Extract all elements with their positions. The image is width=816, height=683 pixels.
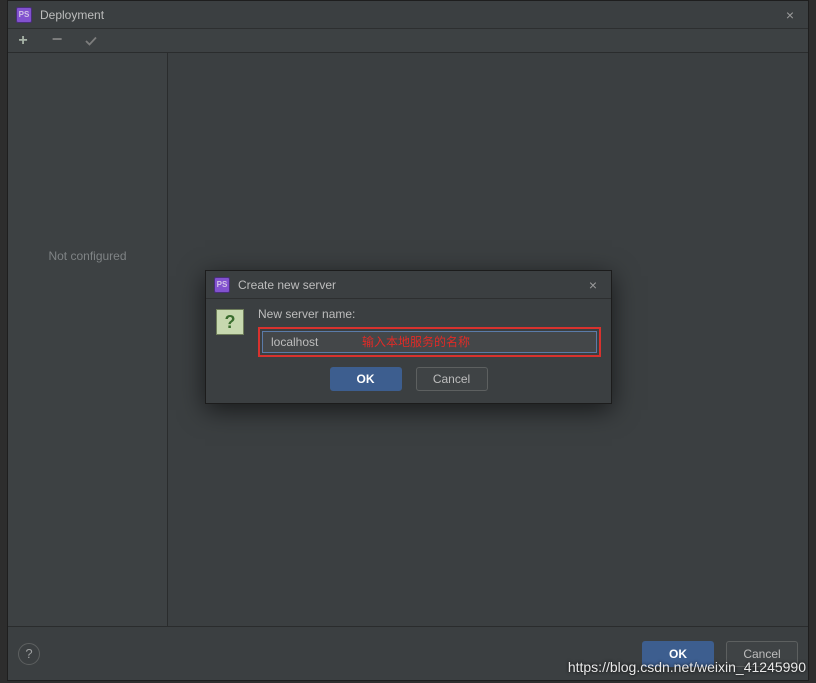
footer: ? OK Cancel bbox=[8, 626, 808, 680]
add-icon[interactable]: + bbox=[16, 34, 30, 48]
ok-button[interactable]: OK bbox=[642, 641, 714, 667]
help-icon[interactable]: ? bbox=[18, 643, 40, 665]
close-icon[interactable]: × bbox=[583, 275, 603, 295]
modal-body: ? New server name: 输入本地服务的名称 OK Cancel bbox=[206, 299, 611, 403]
sidebar: Not configured bbox=[8, 53, 168, 626]
modal-titlebar: PS Create new server × bbox=[206, 271, 611, 299]
ok-button[interactable]: OK bbox=[330, 367, 402, 391]
input-highlight-box: 输入本地服务的名称 bbox=[258, 327, 601, 357]
server-name-input[interactable] bbox=[262, 331, 597, 353]
apply-icon[interactable] bbox=[84, 34, 98, 48]
parent-titlebar: PS Deployment × bbox=[8, 1, 808, 29]
ide-icon: PS bbox=[214, 277, 230, 293]
modal-buttons: OK Cancel bbox=[216, 367, 601, 391]
modal-title: Create new server bbox=[238, 278, 583, 292]
ide-icon: PS bbox=[16, 7, 32, 23]
new-server-name-label: New server name: bbox=[258, 307, 601, 321]
question-icon: ? bbox=[216, 309, 244, 335]
parent-title: Deployment bbox=[40, 8, 780, 22]
close-icon[interactable]: × bbox=[780, 5, 800, 25]
sidebar-toolbar: + − bbox=[8, 29, 808, 53]
not-configured-label: Not configured bbox=[48, 249, 126, 263]
cancel-button[interactable]: Cancel bbox=[726, 641, 798, 667]
create-server-dialog: PS Create new server × ? New server name… bbox=[205, 270, 612, 404]
remove-icon[interactable]: − bbox=[50, 33, 64, 47]
cancel-button[interactable]: Cancel bbox=[416, 367, 488, 391]
